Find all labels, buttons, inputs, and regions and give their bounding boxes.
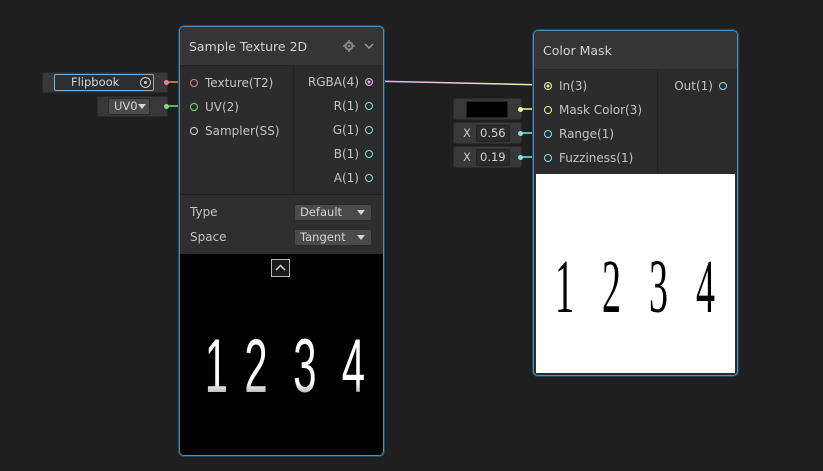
preview-digit: 2 bbox=[244, 323, 267, 409]
range-field[interactable]: 0.56 bbox=[476, 125, 510, 142]
range-output-dot bbox=[518, 131, 523, 136]
port-label: Texture(T2) bbox=[205, 76, 274, 90]
color-mask-node[interactable]: Color Mask In(3) Mask Color(3) Range(1) … bbox=[533, 30, 738, 376]
port-label: G(1) bbox=[332, 123, 359, 137]
port-socket[interactable] bbox=[544, 130, 552, 138]
port-label: Fuzziness(1) bbox=[559, 151, 634, 165]
port-label: Out(1) bbox=[674, 79, 713, 93]
preview-digit: 4 bbox=[696, 244, 715, 329]
space-value: Tangent bbox=[300, 230, 346, 244]
uv-channel-dropdown[interactable]: UV0 bbox=[108, 98, 150, 115]
texture-output-dot bbox=[164, 80, 169, 85]
object-picker-icon[interactable] bbox=[140, 77, 151, 88]
flipbook-preview-image: 1 2 3 4 bbox=[205, 323, 365, 409]
port-socket[interactable] bbox=[544, 106, 552, 114]
output-ports-column: RGBA(4) R(1) G(1) B(1) A(1) bbox=[294, 66, 383, 194]
port-socket[interactable] bbox=[365, 102, 373, 110]
gear-icon[interactable] bbox=[343, 40, 355, 52]
mask-color-inline-input[interactable] bbox=[453, 98, 523, 120]
fuzziness-inline-input[interactable]: X 0.19 bbox=[453, 146, 523, 168]
output-port-g[interactable]: G(1) bbox=[293, 121, 373, 141]
port-socket[interactable] bbox=[365, 78, 373, 86]
port-label: UV(2) bbox=[205, 100, 239, 114]
preview-digit: 3 bbox=[293, 323, 316, 409]
port-socket[interactable] bbox=[190, 79, 198, 87]
port-label: In(3) bbox=[559, 79, 588, 93]
port-label: Mask Color(3) bbox=[559, 103, 643, 117]
port-socket[interactable] bbox=[719, 82, 727, 90]
sample-texture-2d-node[interactable]: Sample Texture 2D Texture(T2) UV(2) Samp… bbox=[179, 26, 384, 456]
port-socket[interactable] bbox=[190, 103, 198, 111]
input-ports-column: Texture(T2) UV(2) Sampler(SS) bbox=[180, 66, 293, 194]
output-port-r[interactable]: R(1) bbox=[293, 97, 373, 117]
port-socket[interactable] bbox=[365, 150, 373, 158]
texture-preview: 1 2 3 4 bbox=[180, 254, 383, 455]
space-dropdown[interactable]: Tangent bbox=[294, 229, 372, 246]
preview-digit: 4 bbox=[342, 323, 365, 409]
node-title: Sample Texture 2D bbox=[189, 39, 308, 54]
fuzziness-axis-label: X bbox=[463, 150, 471, 164]
port-label: B(1) bbox=[333, 147, 359, 161]
node-settings: Type Default Space Tangent bbox=[180, 195, 383, 253]
node-title: Color Mask bbox=[543, 43, 612, 58]
type-dropdown[interactable]: Default bbox=[294, 204, 372, 221]
port-label: Range(1) bbox=[559, 127, 615, 141]
output-port-rgba[interactable]: RGBA(4) bbox=[293, 73, 373, 93]
output-port-a[interactable]: A(1) bbox=[293, 169, 373, 189]
wire-rgba-to-in bbox=[368, 80, 547, 86]
preview-digit: 1 bbox=[555, 244, 574, 329]
texture-field[interactable]: Flipbook bbox=[54, 74, 154, 91]
range-value: 0.56 bbox=[480, 126, 506, 140]
preview-digit: 3 bbox=[649, 244, 668, 329]
port-socket[interactable] bbox=[544, 82, 552, 90]
chevron-down-icon[interactable] bbox=[364, 42, 374, 50]
preview-digit: 2 bbox=[602, 244, 621, 329]
uv-channel-value: UV0 bbox=[114, 99, 138, 113]
port-socket[interactable] bbox=[190, 127, 198, 135]
range-inline-input[interactable]: X 0.56 bbox=[453, 122, 523, 144]
port-label: Sampler(SS) bbox=[205, 124, 280, 138]
uv-inline-input[interactable]: UV0 bbox=[97, 96, 169, 117]
chevron-down-icon bbox=[357, 235, 365, 240]
type-label: Type bbox=[190, 205, 218, 219]
port-socket[interactable] bbox=[544, 154, 552, 162]
chevron-down-icon bbox=[138, 104, 146, 109]
texture-value: Flipbook bbox=[71, 75, 120, 89]
output-port-out[interactable]: Out(1) bbox=[657, 77, 727, 97]
port-label: A(1) bbox=[333, 171, 359, 185]
port-label: RGBA(4) bbox=[307, 75, 359, 89]
space-label: Space bbox=[190, 230, 227, 244]
uv-output-dot bbox=[164, 104, 169, 109]
input-ports-column: In(3) Mask Color(3) Range(1) Fuzziness(1… bbox=[534, 70, 657, 173]
mask-preview-image: 1 2 3 4 bbox=[555, 244, 715, 329]
range-axis-label: X bbox=[463, 126, 471, 140]
preview-digit: 1 bbox=[205, 323, 228, 409]
node-header[interactable]: Sample Texture 2D bbox=[180, 27, 383, 66]
fuzziness-field[interactable]: 0.19 bbox=[476, 149, 510, 166]
port-socket[interactable] bbox=[365, 174, 373, 182]
texture-inline-input[interactable]: Flipbook bbox=[42, 72, 169, 93]
mask-color-output-dot bbox=[518, 107, 523, 112]
fuzziness-output-dot bbox=[518, 155, 523, 160]
mask-color-swatch[interactable] bbox=[466, 101, 508, 118]
type-value: Default bbox=[300, 205, 343, 219]
port-label: R(1) bbox=[333, 99, 359, 113]
mask-preview: 1 2 3 4 bbox=[536, 174, 735, 373]
fuzziness-value: 0.19 bbox=[480, 150, 506, 164]
output-ports-column: Out(1) bbox=[658, 70, 737, 173]
node-header[interactable]: Color Mask bbox=[534, 31, 737, 70]
chevron-down-icon bbox=[357, 210, 365, 215]
output-port-b[interactable]: B(1) bbox=[293, 145, 373, 165]
port-socket[interactable] bbox=[365, 126, 373, 134]
